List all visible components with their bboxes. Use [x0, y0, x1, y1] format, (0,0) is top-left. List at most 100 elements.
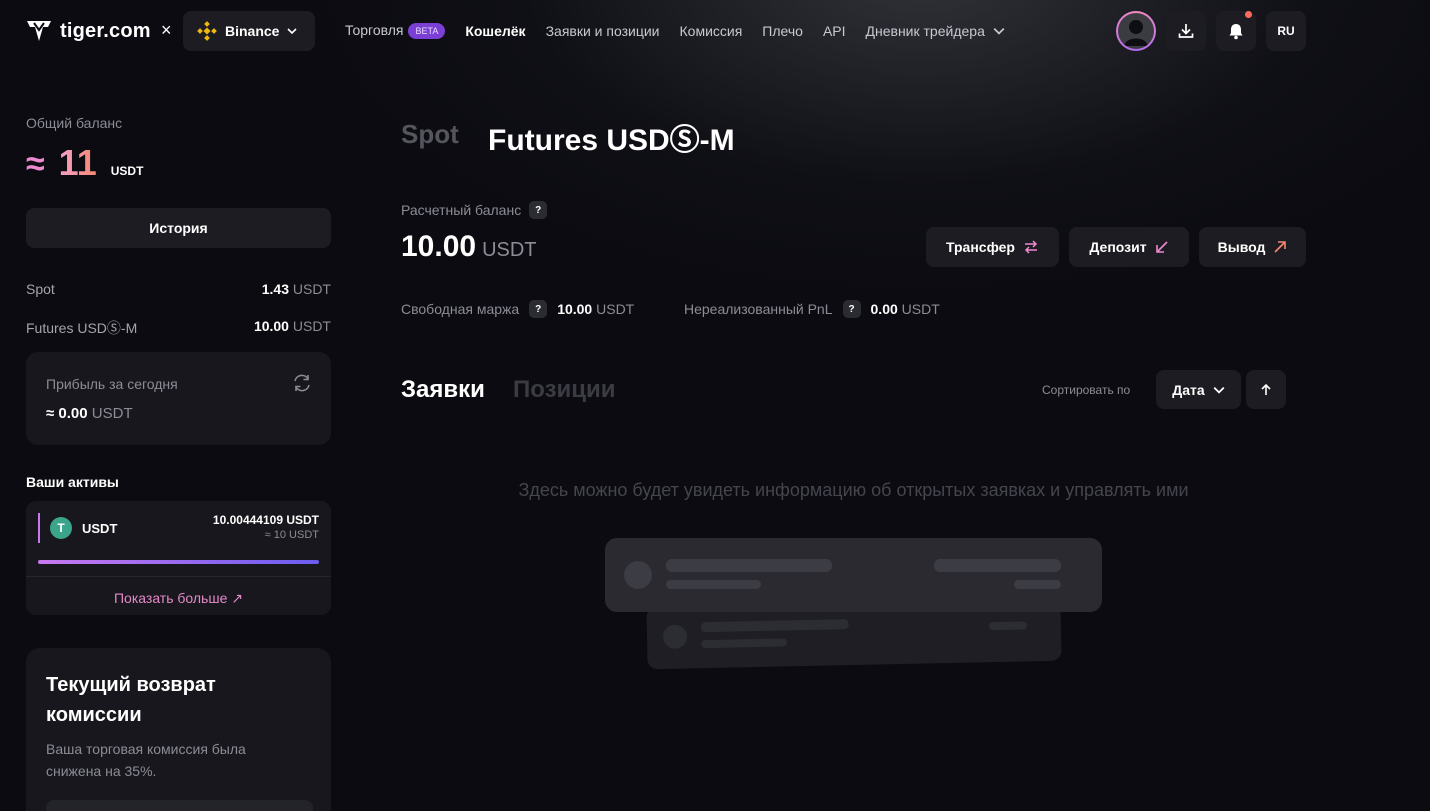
free-margin-unit: USDT	[596, 301, 635, 317]
profit-unit: USDT	[91, 405, 133, 422]
total-balance-value: 11	[58, 142, 97, 183]
balance-amount: 10.00	[253, 318, 289, 334]
empty-illustration-front-card	[605, 538, 1102, 612]
balance-amount: 1.43	[261, 281, 289, 297]
logo-text: tiger.com	[60, 19, 151, 42]
cashback-title: Текущий возврат комиссии	[46, 674, 216, 726]
nav-trading[interactable]: Торговля BETA	[345, 22, 446, 39]
cashback-button[interactable]	[46, 800, 313, 811]
exchange-name: Binance	[225, 23, 280, 39]
skeleton-line	[701, 638, 788, 649]
arrow-down-left-icon	[1155, 241, 1168, 253]
nav-trading-label: Торговля	[345, 22, 404, 38]
unrealized-pnl: Нереализованный PnL ? 0.00 USDT	[684, 300, 940, 318]
nav-trader-diary-label: Дневник трейдера	[865, 22, 985, 39]
balance-row-futures[interactable]: Futures USDⓈ-M 10.00 USDT	[26, 318, 331, 338]
unrealized-pnl-label: Нереализованный PnL	[684, 301, 833, 317]
refresh-icon[interactable]	[291, 372, 313, 394]
withdraw-label: Вывод	[1217, 239, 1266, 255]
exchange-selector[interactable]: Binance	[183, 11, 315, 51]
main-nav: Торговля BETA Кошелёк Заявки и позиции Ко…	[345, 22, 1005, 39]
profit-today-card: Прибыль за сегодня ≈ 0.00 USDT	[26, 352, 331, 445]
transfer-icon	[1024, 240, 1038, 254]
total-balance-unit: USDT	[110, 164, 144, 178]
balance-row-spot[interactable]: Spot 1.43 USDT	[26, 281, 331, 297]
nav-leverage[interactable]: Плечо	[762, 23, 803, 39]
balance-name: Spot	[26, 281, 55, 297]
assets-card: T USDT 10.00444109 USDT ≈ 10 USDT Показа…	[26, 501, 331, 615]
help-icon[interactable]: ?	[842, 300, 861, 318]
nav-trader-diary[interactable]: Дневник трейдера	[866, 23, 1005, 39]
divider	[26, 576, 331, 577]
sort-direction-button[interactable]	[1246, 370, 1286, 409]
free-margin-label: Свободная маржа	[401, 301, 520, 317]
calc-balance: 10.00 USDT	[401, 230, 537, 264]
balance-unit: USDT	[292, 281, 331, 297]
tab-futures[interactable]: Futures USDⓈ-M	[488, 115, 735, 159]
skeleton-circle	[624, 561, 652, 589]
tether-icon: T	[50, 517, 72, 539]
logo-separator: ×	[161, 20, 172, 40]
nav-orders-positions[interactable]: Заявки и позиции	[546, 23, 660, 39]
user-avatar[interactable]	[1116, 11, 1156, 51]
total-balance-label: Общий баланс	[26, 115, 123, 131]
nav-wallet[interactable]: Кошелёк	[465, 23, 525, 39]
chevron-down-icon	[287, 28, 298, 35]
cashback-card: Текущий возврат комиссии Ваша торговая к…	[26, 648, 331, 811]
calc-balance-label: Расчетный баланс ?	[401, 201, 548, 219]
sort-value: Дата	[1172, 381, 1205, 398]
tab-orders[interactable]: Заявки	[401, 376, 485, 404]
skeleton-circle	[662, 624, 688, 649]
asset-row-usdt[interactable]: T USDT 10.00444109 USDT ≈ 10 USDT	[38, 513, 319, 543]
skeleton-line	[666, 559, 832, 572]
avatar-image	[1118, 13, 1154, 49]
language-button[interactable]: RU	[1266, 11, 1306, 51]
top-header: tiger.com × Binance Торговля BETA Кошелёк…	[0, 0, 1430, 62]
notifications-button[interactable]	[1216, 11, 1256, 51]
asset-amount: 10.00444109 USDT	[212, 513, 319, 527]
balance-value: 1.43 USDT	[262, 281, 331, 297]
unrealized-pnl-amount: 0.00	[870, 301, 898, 317]
asset-share-bar	[38, 560, 319, 564]
sort-dropdown[interactable]: Дата	[1156, 370, 1241, 409]
tiger-logo-icon	[27, 21, 51, 41]
language-label: RU	[1277, 24, 1295, 38]
bell-icon	[1229, 24, 1243, 40]
total-balance: ≈ 11 USDT	[26, 142, 143, 184]
calc-balance-value: 10.00	[401, 230, 477, 263]
assets-title: Ваши активы	[26, 474, 119, 490]
calc-balance-label-text: Расчетный баланс	[401, 202, 522, 218]
unrealized-pnl-unit: USDT	[901, 301, 940, 317]
empty-state-text: Здесь можно будет увидеть информацию об …	[518, 480, 1189, 500]
skeleton-line	[988, 621, 1027, 631]
nav-api[interactable]: API	[823, 23, 846, 39]
history-button[interactable]: История	[26, 208, 331, 248]
withdraw-button[interactable]: Вывод	[1199, 227, 1306, 267]
beta-badge: BETA	[408, 23, 446, 39]
tab-positions[interactable]: Позиции	[513, 376, 616, 404]
balance-name: Futures USDⓈ-M	[26, 320, 138, 336]
download-button[interactable]	[1166, 11, 1206, 51]
asset-approx-value: ≈ 10 USDT	[264, 529, 319, 541]
balance-value: 10.00 USDT	[254, 318, 331, 338]
avatar-silhouette-icon	[1124, 20, 1148, 46]
tab-spot[interactable]: Spot	[401, 119, 459, 150]
profit-amount: ≈ 0.00	[46, 405, 88, 422]
free-margin-amount: 10.00	[557, 301, 593, 317]
chevron-down-icon	[993, 27, 1005, 35]
calc-balance-unit: USDT	[482, 239, 537, 261]
skeleton-line	[700, 619, 849, 633]
sort-label: Сортировать по	[1042, 383, 1131, 397]
skeleton-line	[1014, 580, 1061, 589]
help-icon[interactable]: ?	[529, 300, 548, 318]
show-more-link[interactable]: Показать больше ↗	[26, 590, 331, 607]
deposit-label: Депозит	[1089, 239, 1147, 255]
logo[interactable]: tiger.com	[26, 18, 151, 44]
nav-commission[interactable]: Комиссия	[680, 23, 743, 39]
transfer-label: Трансфер	[945, 239, 1015, 255]
deposit-button[interactable]: Депозит	[1069, 227, 1189, 267]
free-margin: Свободная маржа ? 10.00 USDT	[401, 300, 634, 318]
transfer-button[interactable]: Трансфер	[926, 227, 1059, 267]
asset-symbol: USDT	[82, 520, 118, 536]
help-icon[interactable]: ?	[529, 201, 548, 219]
